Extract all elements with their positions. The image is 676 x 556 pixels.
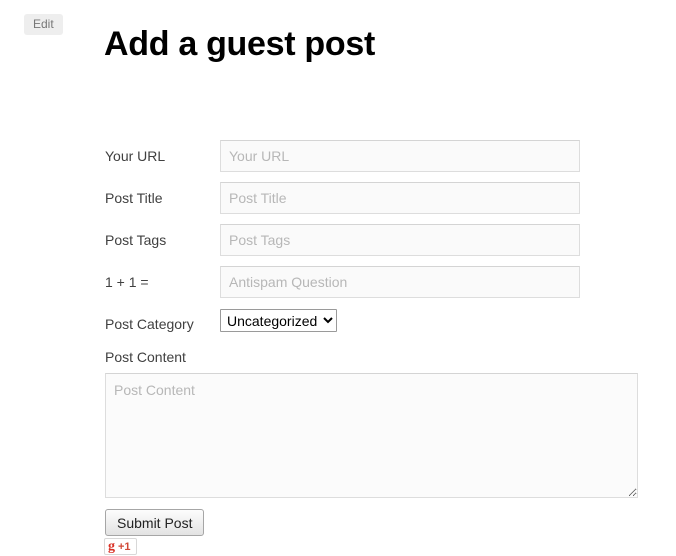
form-row-title: Post Title (0, 182, 676, 224)
plus-one-count: +1 (118, 541, 131, 553)
url-input[interactable] (220, 140, 580, 172)
field-label-title: Post Title (105, 189, 163, 207)
tags-input[interactable] (220, 224, 580, 256)
field-label-category: Post Category (105, 315, 194, 333)
form-row-category: Post Category Uncategorized (0, 308, 676, 350)
google-plus-one-button[interactable]: g +1 (104, 538, 137, 555)
field-label-tags: Post Tags (105, 231, 166, 249)
antispam-input[interactable] (220, 266, 580, 298)
edit-button[interactable]: Edit (24, 14, 63, 35)
category-select[interactable]: Uncategorized (220, 309, 337, 332)
title-input[interactable] (220, 182, 580, 214)
field-label-url: Your URL (105, 147, 165, 165)
submit-post-button[interactable]: Submit Post (105, 509, 204, 536)
content-textarea[interactable] (105, 373, 638, 498)
guest-post-form: Your URL Post Title Post Tags 1 + 1 = Po… (0, 140, 676, 350)
form-row-tags: Post Tags (0, 224, 676, 266)
google-g-icon: g (108, 540, 115, 554)
field-label-content: Post Content (105, 348, 186, 366)
page-title: Add a guest post (104, 23, 375, 65)
field-label-antispam: 1 + 1 = (105, 273, 149, 291)
form-row-url: Your URL (0, 140, 676, 182)
form-row-antispam: 1 + 1 = (0, 266, 676, 308)
